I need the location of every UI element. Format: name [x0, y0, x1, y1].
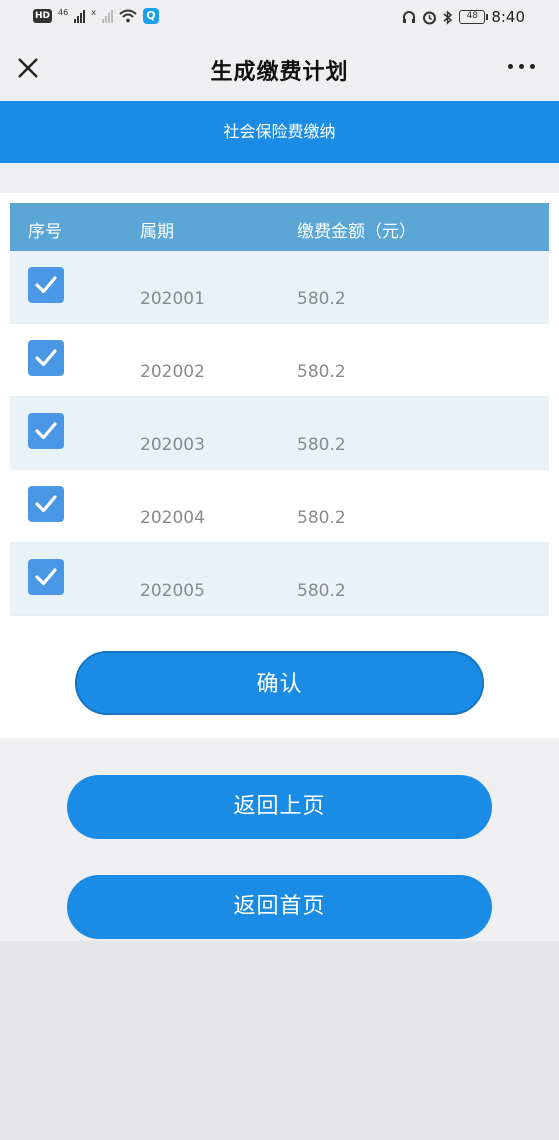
column-header-period: 属期 [140, 222, 174, 242]
clock: 8:40 [491, 8, 525, 26]
checkmark-icon [35, 495, 57, 513]
status-left: HD 46 x Q [33, 8, 159, 24]
page-title: 生成缴费计划 [210, 60, 349, 85]
network-type-2: x [91, 7, 96, 17]
period-cell: 202005 [140, 581, 205, 601]
row-checkbox[interactable] [28, 267, 64, 303]
confirm-button[interactable]: 确认 [75, 651, 484, 715]
hd-indicator: HD [33, 9, 53, 23]
home-button[interactable]: 返回首页 [67, 875, 492, 939]
row-checkbox[interactable] [28, 413, 64, 449]
checkmark-icon [35, 349, 57, 367]
network-type: 46 [58, 7, 69, 17]
status-right: 48 8:40 [402, 8, 525, 26]
row-checkbox[interactable] [28, 486, 64, 522]
amount-cell: 580.2 [297, 581, 346, 601]
amount-cell: 580.2 [297, 508, 346, 528]
row-checkbox[interactable] [28, 559, 64, 595]
wifi-icon [119, 9, 137, 23]
headphones-icon [403, 11, 416, 23]
alarm-icon [423, 11, 437, 24]
back-button[interactable]: 返回上页 [67, 775, 492, 839]
amount-cell: 580.2 [297, 362, 346, 382]
table-row: 202003 580.2 [10, 397, 549, 470]
column-header-index: 序号 [28, 222, 62, 242]
signal-2-icon [101, 9, 113, 23]
section-banner: 社会保险费缴纳 [0, 101, 559, 163]
period-cell: 202002 [140, 362, 205, 382]
payment-plan-card: 序号 属期 缴费金额（元） 202001 580.2 202002 580.2 … [0, 193, 559, 738]
app-notification-icon: Q [142, 8, 159, 24]
column-header-amount: 缴费金额（元） [297, 222, 416, 242]
period-cell: 202001 [140, 289, 205, 309]
table-row: 202005 580.2 [10, 543, 549, 616]
table-row: 202002 580.2 [10, 324, 549, 397]
status-bar: HD 46 x Q 48 8:40 [0, 0, 559, 36]
table-row: 202001 580.2 [10, 251, 549, 324]
more-icon[interactable] [508, 64, 535, 69]
checkmark-icon [35, 276, 57, 294]
row-checkbox[interactable] [28, 340, 64, 376]
bottom-blank-area [0, 941, 559, 1140]
checkmark-icon [35, 422, 57, 440]
header: 生成缴费计划 [0, 36, 559, 100]
signal-icon [74, 9, 86, 23]
battery-icon: 48 [459, 10, 489, 24]
amount-cell: 580.2 [297, 289, 346, 309]
period-cell: 202004 [140, 508, 205, 528]
period-cell: 202003 [140, 435, 205, 455]
payment-table: 序号 属期 缴费金额（元） 202001 580.2 202002 580.2 … [10, 203, 549, 616]
amount-cell: 580.2 [297, 435, 346, 455]
table-row: 202004 580.2 [10, 470, 549, 543]
bluetooth-icon [443, 9, 453, 25]
checkmark-icon [35, 568, 57, 586]
table-header: 序号 属期 缴费金额（元） [10, 203, 549, 251]
